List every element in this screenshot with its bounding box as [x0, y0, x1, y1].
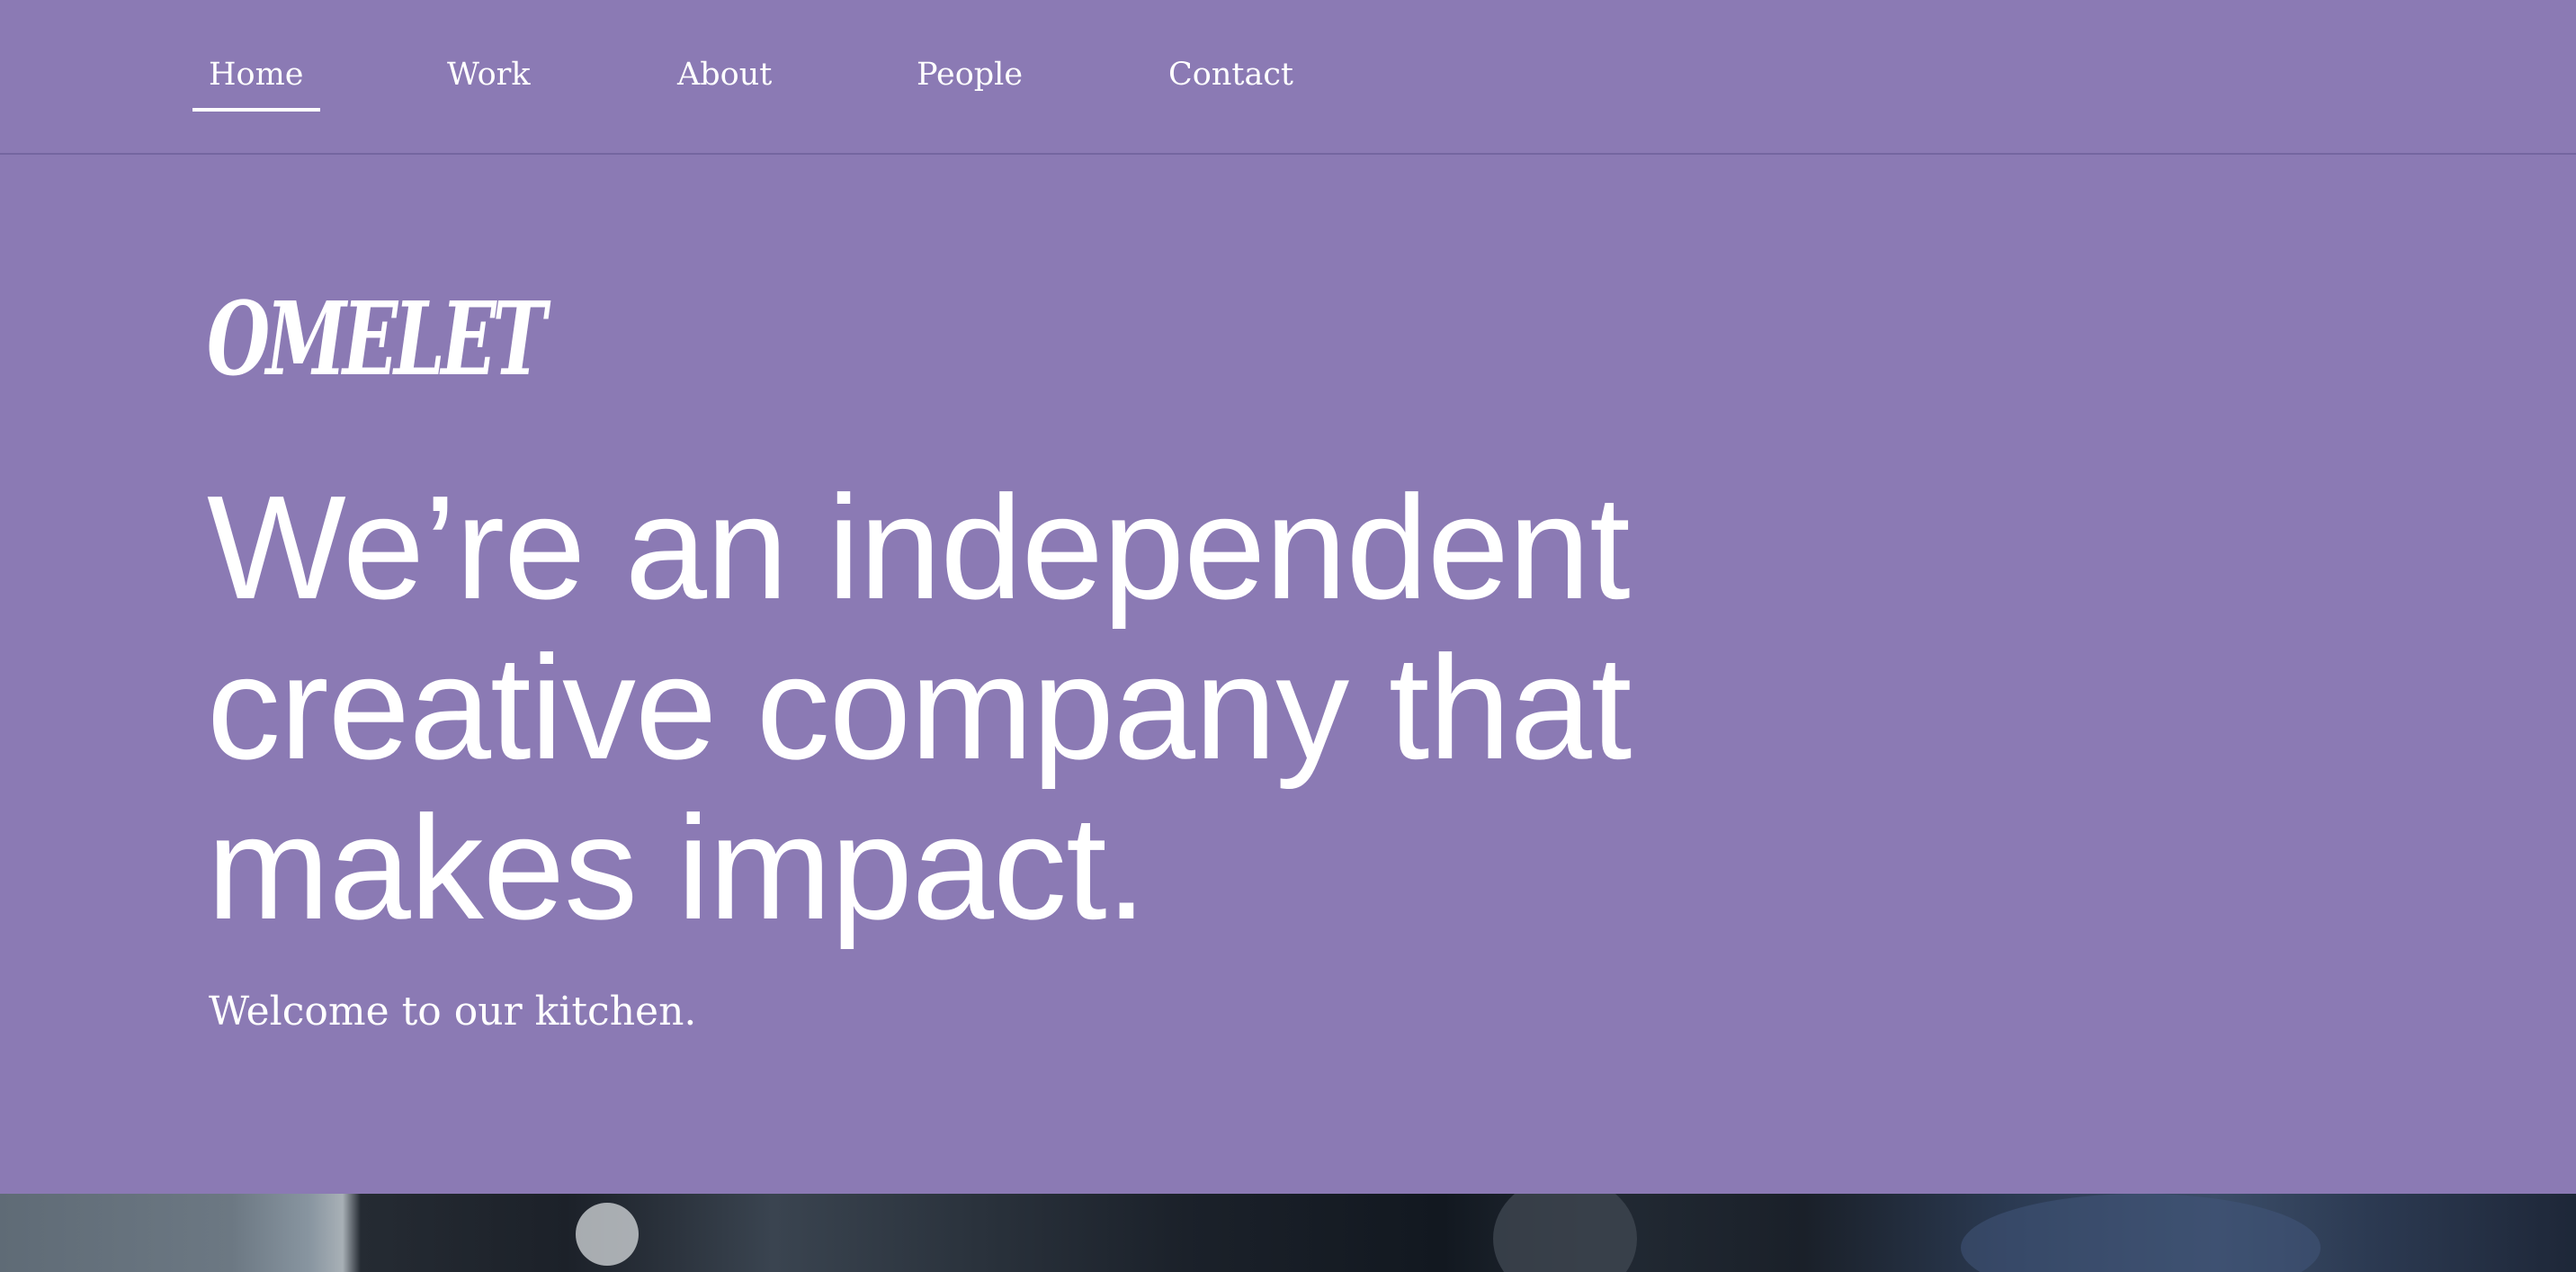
nav-item-contact[interactable]: Contact	[1168, 52, 1293, 97]
nav-item-work[interactable]: Work	[447, 52, 531, 97]
nav-item-people[interactable]: People	[917, 52, 1023, 97]
photo-highlight	[576, 1203, 639, 1266]
nav-item-about[interactable]: About	[677, 52, 772, 97]
photo-shadow	[1493, 1194, 1637, 1272]
hero-photo	[0, 1194, 2576, 1272]
omelet-logo[interactable]: OMELET	[207, 290, 547, 390]
hero-subline: Welcome to our kitchen.	[209, 989, 697, 1035]
top-navigation: Home Work About People Contact	[0, 0, 2576, 155]
hero-headline: We’re an independent creative company th…	[207, 465, 1632, 950]
nav-item-home[interactable]: Home	[192, 52, 319, 112]
photo-figure	[1961, 1194, 2321, 1272]
